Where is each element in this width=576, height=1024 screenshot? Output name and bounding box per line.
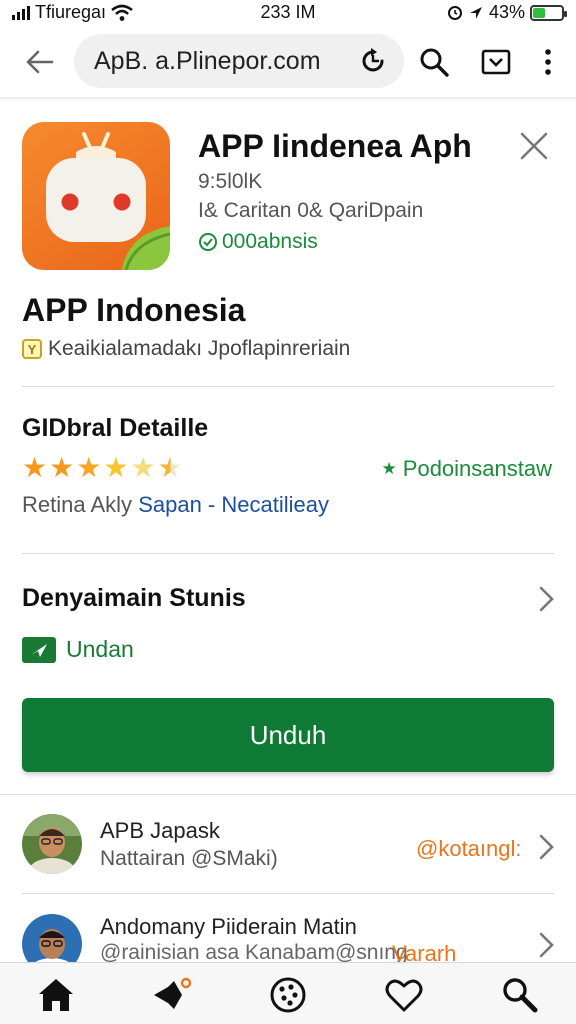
review-subtitle: Nattairan @SMaki) [100, 847, 278, 870]
divider [0, 794, 576, 795]
battery-icon [530, 4, 567, 21]
reload-icon [362, 48, 384, 72]
developer-badge-icon: Y [22, 339, 42, 359]
reload-button[interactable] [358, 46, 388, 76]
nav-apps[interactable] [266, 973, 310, 1017]
status-right: 43% [447, 2, 567, 23]
permission-status-text: Undan [66, 636, 134, 662]
app-icon [22, 122, 170, 270]
detail-link[interactable]: Sapan - Necatilieay [138, 492, 329, 517]
developer-line[interactable]: Y Keaikialamadakı Jpoflapinreriain [22, 337, 350, 361]
bottom-navigation [0, 962, 576, 1024]
download-button[interactable]: Unduh [22, 698, 554, 772]
star-full-icon: ★ [76, 452, 102, 483]
avatar [22, 814, 82, 874]
divider [22, 893, 554, 894]
star-full-icon: ★ [22, 452, 48, 483]
url-text: ApB. a.Plinepor.com [94, 46, 321, 75]
verified-text: 000abnsis [222, 230, 318, 253]
detail-prefix: Retina Akly [22, 492, 133, 517]
back-button[interactable] [20, 42, 60, 82]
star-small-icon: ★ [381, 459, 397, 478]
signal-icon [12, 5, 30, 20]
review-tag: @kotaıngl: [416, 836, 522, 861]
heart-icon [385, 979, 423, 1012]
battery-fill [533, 7, 546, 18]
rating-stars: ★ ★ ★ ★ ★ ★ [22, 454, 183, 482]
star-half-icon: ★ [157, 452, 183, 483]
browser-toolbar: ApB. a.Plinepor.com [0, 26, 576, 98]
more-vert-icon [545, 49, 551, 75]
rating-tag-text: Podoinsanstaw [402, 456, 552, 481]
tabs-button[interactable] [476, 42, 516, 82]
nav-search[interactable] [498, 973, 542, 1017]
permission-status: Undan [22, 636, 134, 663]
permissions-title[interactable]: Denyaimain Stunis [22, 584, 246, 613]
detail-line: Retina Akly Sapan - Necatilieay [22, 492, 329, 518]
app-category: I& Caritan 0& QariDpain [198, 199, 424, 222]
review-author: Andomany Piiderain Matin [100, 914, 357, 939]
review-author: APB Japask [100, 818, 220, 843]
home-icon [39, 979, 73, 1011]
chevron-right-icon [539, 834, 554, 860]
app-size: 9:5l0lK [198, 170, 263, 193]
carrier-label: Tfiuregaı [35, 2, 107, 22]
status-bar: Tfiuregaı 233 IM 43% [0, 0, 576, 26]
chevron-right-icon [539, 932, 554, 958]
rocket-icon [154, 977, 192, 1009]
palette-icon [270, 977, 306, 1013]
developer-name: Keaikialamadakı Jpoflapinreriain [48, 337, 351, 360]
star-full-icon: ★ [103, 452, 129, 483]
star-full-icon: ★ [49, 452, 75, 483]
nav-home[interactable] [34, 973, 78, 1017]
arrow-left-icon [26, 50, 54, 74]
rating-tag: ★ Podoinsanstaw [382, 456, 552, 482]
menu-button[interactable] [528, 42, 568, 82]
tab-down-icon [481, 49, 511, 75]
address-bar[interactable]: ApB. a.Plinepor.com [74, 34, 404, 88]
alarm-icon [447, 5, 462, 20]
nav-wishlist[interactable] [382, 973, 426, 1017]
search-icon [420, 48, 449, 77]
location-icon [469, 6, 482, 19]
nav-games[interactable] [150, 973, 194, 1017]
robot-logo-icon [46, 132, 170, 270]
star-full-icon: ★ [130, 452, 156, 483]
message-icon [22, 636, 56, 663]
search-button[interactable] [414, 42, 454, 82]
divider [22, 386, 554, 387]
divider [22, 553, 554, 554]
review-chevron[interactable] [534, 930, 558, 960]
status-left: Tfiuregaı [12, 2, 133, 23]
chevron-right-icon [539, 586, 554, 612]
verified-status: 000abnsis [198, 230, 318, 254]
app-header-title: APP Iindenea Aph [198, 128, 472, 164]
review-chevron[interactable] [534, 832, 558, 862]
permissions-chevron[interactable] [534, 584, 558, 614]
search-icon [503, 978, 538, 1013]
details-title: GIDbral Detaille [22, 414, 209, 442]
close-icon [520, 132, 548, 160]
check-circle-icon [199, 233, 217, 251]
close-button[interactable] [516, 128, 552, 164]
wifi-icon [111, 4, 133, 21]
app-name: APP Indonesia [22, 292, 246, 328]
battery-percent: 43% [488, 2, 525, 22]
